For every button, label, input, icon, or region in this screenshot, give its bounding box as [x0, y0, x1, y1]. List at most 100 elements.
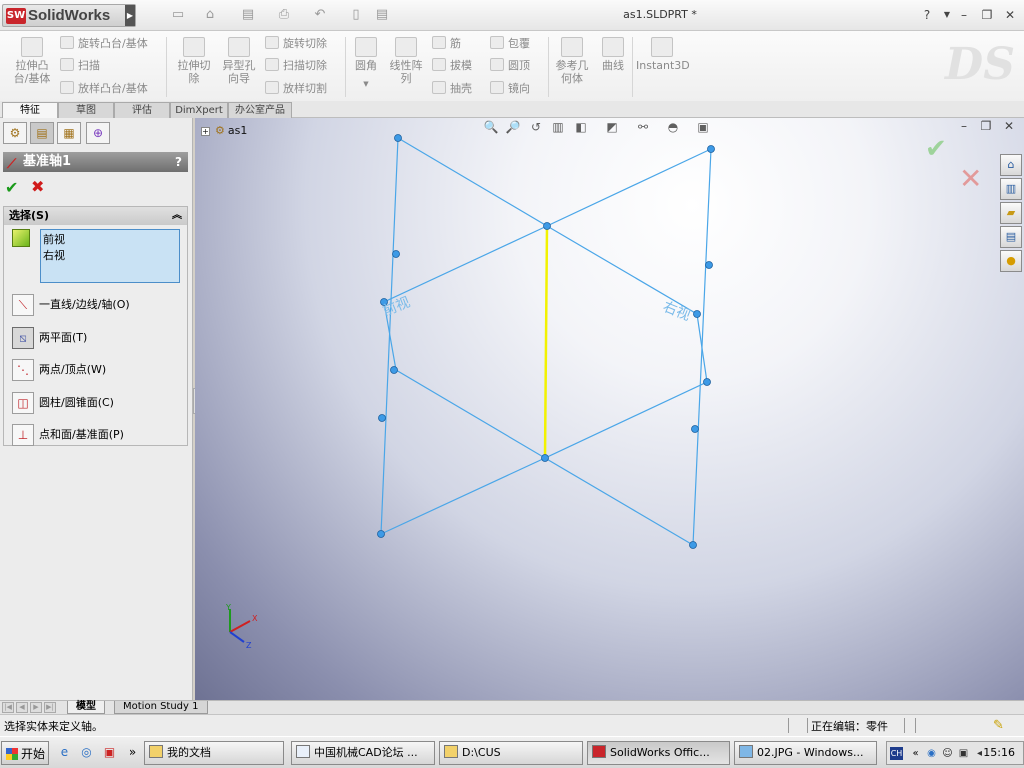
more-quicklaunch-icon[interactable]: »	[124, 745, 141, 761]
sweep-button[interactable]: 扫描	[60, 57, 100, 75]
selection-list[interactable]: 前视 右视	[40, 229, 180, 283]
configuration-manager-tab-icon[interactable]: ▦	[57, 122, 81, 144]
tab-sketch[interactable]: 草图	[58, 102, 114, 118]
view-orientation-icon[interactable]: ◧	[572, 119, 590, 135]
instant3d-button[interactable]: Instant3D	[636, 37, 690, 72]
restore-button[interactable]: ❐	[978, 7, 996, 23]
lofted-cut-button[interactable]: 放样切割	[265, 80, 327, 98]
draft-button[interactable]: 拔模	[432, 57, 472, 75]
task-image-viewer[interactable]: 02.JPG - Windows...	[734, 741, 877, 765]
zoom-to-fit-icon[interactable]: 🔍	[482, 119, 500, 135]
front-plane-left-half[interactable]	[380, 136, 548, 535]
swept-cut-button[interactable]: 扫描切除	[265, 57, 327, 75]
help-button[interactable]: ?	[918, 7, 936, 23]
extrude-boss-button[interactable]: 拉伸凸 台/基体	[8, 37, 56, 85]
section-view-icon[interactable]: ▥	[549, 119, 567, 135]
task-d-cus[interactable]: D:\CUS	[439, 741, 583, 765]
confirmation-ok-icon[interactable]: ✔	[925, 134, 947, 164]
open-document-icon[interactable]: ⌂	[200, 7, 220, 23]
feature-tree-root[interactable]: + ⚙ as1	[201, 124, 247, 137]
option-two-points[interactable]: ⋱ 两点/顶点(W)	[12, 359, 106, 381]
option-cylinder-cone[interactable]: ◫ 圆柱/圆锥面(C)	[12, 392, 114, 414]
dome-button[interactable]: 圆顶	[490, 57, 530, 75]
viewport-minimize-button[interactable]: –	[955, 118, 973, 134]
ok-button[interactable]: ✔	[5, 178, 18, 197]
zoom-to-area-icon[interactable]: 🔎	[504, 119, 522, 135]
task-solidworks[interactable]: SolidWorks Offic...	[587, 741, 730, 765]
revolve-cut-button[interactable]: 旋转切除	[265, 35, 327, 53]
front-plane-inner-left[interactable]	[383, 225, 548, 460]
task-my-documents[interactable]: 我的文档	[144, 741, 284, 765]
appearances-icon[interactable]: ●	[1000, 250, 1022, 272]
prev-tab-icon[interactable]: ◀	[16, 702, 28, 713]
collapse-icon[interactable]: ︽	[172, 207, 182, 225]
view-settings-icon[interactable]: ▣	[694, 119, 712, 135]
solidworks-menu-button[interactable]: SW SolidWorks ▶	[2, 4, 136, 27]
quick-launch-icon[interactable]: ◎	[78, 745, 95, 761]
confirmation-cancel-icon[interactable]: ✕	[959, 162, 982, 195]
option-point-plane[interactable]: ⊥ 点和面/基准面(P)	[12, 424, 124, 446]
task-cad-forum[interactable]: 中国机械CAD论坛 ...	[291, 741, 435, 765]
rib-button[interactable]: 筋	[432, 35, 461, 53]
edit-appearance-icon[interactable]: ◓	[664, 119, 682, 135]
linear-pattern-button[interactable]: 线性阵 列	[386, 37, 426, 85]
previous-view-icon[interactable]: ↺	[527, 119, 545, 135]
viewport-restore-button[interactable]: ❐	[977, 118, 995, 134]
minimize-button[interactable]: –	[955, 7, 973, 23]
ie-browser-icon[interactable]: e	[56, 745, 73, 761]
selection-header[interactable]: 选择(S) ︽	[4, 207, 187, 225]
tab-features[interactable]: 特征	[2, 102, 58, 118]
select-icon[interactable]: ▯	[346, 7, 366, 23]
reference-geometry-button[interactable]: 参考几 何体	[552, 37, 592, 85]
right-plane-inner-right[interactable]	[544, 224, 708, 459]
viewport-close-button[interactable]: ✕	[1000, 118, 1018, 134]
last-tab-icon[interactable]: ▶|	[44, 702, 56, 713]
close-button[interactable]: ✕	[1001, 7, 1019, 23]
property-manager-tab-icon[interactable]: ▤	[30, 122, 54, 144]
new-document-icon[interactable]: ▭	[168, 7, 188, 23]
display-style-icon[interactable]: ◩	[603, 119, 621, 135]
selection-item[interactable]: 前视	[43, 232, 177, 248]
extrude-cut-button[interactable]: 拉伸切 除	[172, 37, 216, 85]
home-icon[interactable]: ⌂	[1000, 154, 1022, 176]
next-tab-icon[interactable]: ▶	[30, 702, 42, 713]
design-library-icon[interactable]: ▥	[1000, 178, 1022, 200]
show-hidden-icons[interactable]: «	[909, 747, 922, 760]
fillet-button[interactable]: 圆角 ▼	[350, 37, 382, 91]
quick-tips-icon[interactable]: ✎	[993, 718, 1011, 734]
tab-motion-study[interactable]: Motion Study 1	[114, 701, 208, 714]
mirror-button[interactable]: 镜向	[490, 80, 530, 98]
cancel-button[interactable]: ✖	[31, 177, 44, 196]
view-palette-icon[interactable]: ▤	[1000, 226, 1022, 248]
qq-icon[interactable]: ☺	[941, 747, 954, 760]
tab-office-products[interactable]: 办公室产品	[228, 102, 292, 118]
file-explorer-icon[interactable]: ▰	[1000, 202, 1022, 224]
help-dropdown-icon[interactable]: ▼	[938, 7, 956, 23]
save-icon[interactable]: ▤	[238, 7, 258, 23]
feature-tree-tab-icon[interactable]: ⚙	[3, 122, 27, 144]
start-button[interactable]: 开始	[1, 741, 49, 765]
monitor-icon[interactable]: ▣	[957, 747, 970, 760]
print-icon[interactable]: ⎙	[274, 7, 294, 23]
undo-icon[interactable]: ↶	[310, 7, 330, 23]
options-icon[interactable]: ▤	[372, 7, 392, 23]
hide-show-items-icon[interactable]: ⚯	[634, 119, 652, 135]
network-icon[interactable]: ◉	[925, 747, 938, 760]
revolve-boss-button[interactable]: 旋转凸台/基体	[60, 35, 148, 53]
tab-model[interactable]: 模型	[67, 701, 105, 714]
selection-item[interactable]: 右视	[43, 248, 177, 264]
option-line-edge-axis[interactable]: ⟍ 一直线/边线/轴(O)	[12, 294, 130, 316]
tab-evaluate[interactable]: 评估	[114, 102, 170, 118]
help-icon[interactable]: ?	[175, 152, 182, 172]
wrap-button[interactable]: 包覆	[490, 35, 530, 53]
shell-button[interactable]: 抽壳	[432, 80, 472, 98]
dimxpert-manager-tab-icon[interactable]: ⊕	[86, 122, 110, 144]
first-tab-icon[interactable]: |◀	[2, 702, 14, 713]
right-plane-right-half[interactable]	[544, 148, 712, 547]
language-indicator[interactable]: CH	[890, 747, 903, 760]
reference-axis-line[interactable]	[543, 225, 549, 459]
solidworks-quicklaunch-icon[interactable]: ▣	[101, 745, 118, 761]
loft-boss-button[interactable]: 放样凸台/基体	[60, 80, 148, 98]
expand-icon[interactable]: +	[201, 127, 210, 136]
hole-wizard-button[interactable]: 异型孔 向导	[218, 37, 260, 85]
